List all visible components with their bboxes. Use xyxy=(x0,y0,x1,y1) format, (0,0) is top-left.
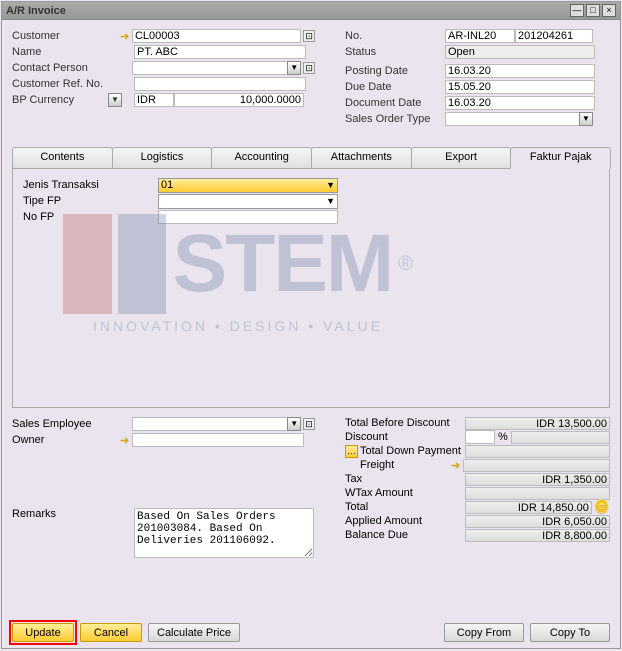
tab-body: Jenis Transaksi 01▼ Tipe FP ▼ No FP STEM… xyxy=(12,168,610,408)
custref-label: Customer Ref. No. xyxy=(12,78,122,90)
owner-field[interactable] xyxy=(132,433,304,447)
nofp-label: No FP xyxy=(23,211,158,223)
tab-contents[interactable]: Contents xyxy=(12,147,113,168)
sot-field[interactable] xyxy=(445,112,580,126)
no-val-field[interactable] xyxy=(515,29,593,43)
link-arrow-icon[interactable] xyxy=(120,30,132,42)
bpcur-dd-icon[interactable]: ▼ xyxy=(108,93,122,107)
name-label: Name xyxy=(12,46,122,58)
window-title: A/R Invoice xyxy=(6,5,66,17)
customer-field[interactable] xyxy=(132,29,301,43)
bpcur-label: BP Currency xyxy=(12,94,74,106)
watermark: STEM® INNOVATION • DESIGN • VALUE xyxy=(63,214,413,364)
copy-from-button[interactable]: Copy From xyxy=(444,623,524,642)
calc-price-button[interactable]: Calculate Price xyxy=(148,623,240,642)
titlebar: A/R Invoice — □ × xyxy=(2,2,620,20)
link-arrow-icon[interactable] xyxy=(451,459,463,471)
wtax-label: WTax Amount xyxy=(345,487,465,499)
tdp-label: Total Down Payment xyxy=(360,445,465,457)
total-label: Total xyxy=(345,501,465,513)
disc-label: Discount xyxy=(345,431,465,443)
update-button[interactable]: Update xyxy=(12,623,74,642)
owner-label: Owner xyxy=(12,434,120,446)
disc-amt xyxy=(511,431,610,444)
salesemp-label: Sales Employee xyxy=(12,418,132,430)
freight-value xyxy=(463,459,610,472)
chevron-down-icon: ▼ xyxy=(326,196,335,206)
copy-to-button[interactable]: Copy To xyxy=(530,623,610,642)
tbd-label: Total Before Discount xyxy=(345,417,465,429)
tab-strip: Contents Logistics Accounting Attachment… xyxy=(12,147,610,168)
nofp-field[interactable] xyxy=(158,210,338,224)
applied-value: IDR 6,050.00 xyxy=(465,515,610,528)
contact-label: Contact Person xyxy=(12,62,121,74)
maximize-icon[interactable]: □ xyxy=(586,4,600,17)
tab-attachments[interactable]: Attachments xyxy=(311,147,412,168)
sot-dd-icon[interactable]: ▼ xyxy=(579,112,593,126)
due-label: Due Date xyxy=(345,81,445,93)
disc-pct-field[interactable] xyxy=(465,430,495,444)
balance-label: Balance Due xyxy=(345,529,465,541)
tab-logistics[interactable]: Logistics xyxy=(112,147,213,168)
coin-icon[interactable]: 🪙 xyxy=(594,499,610,515)
jenis-label: Jenis Transaksi xyxy=(23,179,158,191)
tbd-value: IDR 13,500.00 xyxy=(465,417,610,430)
tax-label: Tax xyxy=(345,473,465,485)
tax-value: IDR 1,350.00 xyxy=(465,473,610,486)
bpcur-field[interactable] xyxy=(134,93,174,107)
status-label: Status xyxy=(345,46,445,58)
salesemp-field[interactable] xyxy=(132,417,288,431)
doc-field[interactable] xyxy=(445,96,595,110)
sot-label: Sales Order Type xyxy=(345,113,445,125)
tipe-dropdown[interactable]: ▼ xyxy=(158,194,338,209)
rate-field[interactable] xyxy=(174,93,304,107)
due-field[interactable] xyxy=(445,80,595,94)
chevron-down-icon: ▼ xyxy=(326,180,335,190)
chevron-down-icon[interactable]: ▼ xyxy=(287,61,301,75)
close-icon[interactable]: × xyxy=(602,4,616,17)
link-arrow-icon[interactable] xyxy=(120,434,132,446)
status-field xyxy=(445,45,595,59)
wtax-value xyxy=(465,487,610,500)
jenis-dropdown[interactable]: 01▼ xyxy=(158,178,338,193)
cancel-button[interactable]: Cancel xyxy=(80,623,142,642)
name-field[interactable] xyxy=(134,45,306,59)
customer-label: Customer xyxy=(12,30,120,42)
tdp-value xyxy=(465,445,610,458)
tab-export[interactable]: Export xyxy=(411,147,512,168)
freight-label: Freight xyxy=(360,459,451,471)
tipe-label: Tipe FP xyxy=(23,195,158,207)
contact-add-icon[interactable]: ⊡ xyxy=(303,62,315,74)
tdp-button[interactable]: … xyxy=(345,445,358,458)
tab-accounting[interactable]: Accounting xyxy=(211,147,312,168)
applied-label: Applied Amount xyxy=(345,515,465,527)
remarks-label: Remarks xyxy=(12,508,134,520)
no-series-field[interactable] xyxy=(445,29,515,43)
minimize-icon[interactable]: — xyxy=(570,4,584,17)
no-label: No. xyxy=(345,30,445,42)
tab-faktur-pajak[interactable]: Faktur Pajak xyxy=(510,147,611,169)
posting-label: Posting Date xyxy=(345,65,445,77)
lookup-icon[interactable]: ⊡ xyxy=(303,30,315,42)
posting-field[interactable] xyxy=(445,64,595,78)
contact-field[interactable] xyxy=(132,61,288,75)
salesemp-add-icon[interactable]: ⊡ xyxy=(303,418,315,430)
balance-value: IDR 8,800.00 xyxy=(465,529,610,542)
total-value: IDR 14,850.00 xyxy=(465,501,592,514)
custref-field[interactable] xyxy=(134,77,306,91)
doc-label: Document Date xyxy=(345,97,445,109)
remarks-field[interactable] xyxy=(134,508,314,558)
chevron-down-icon[interactable]: ▼ xyxy=(287,417,301,431)
